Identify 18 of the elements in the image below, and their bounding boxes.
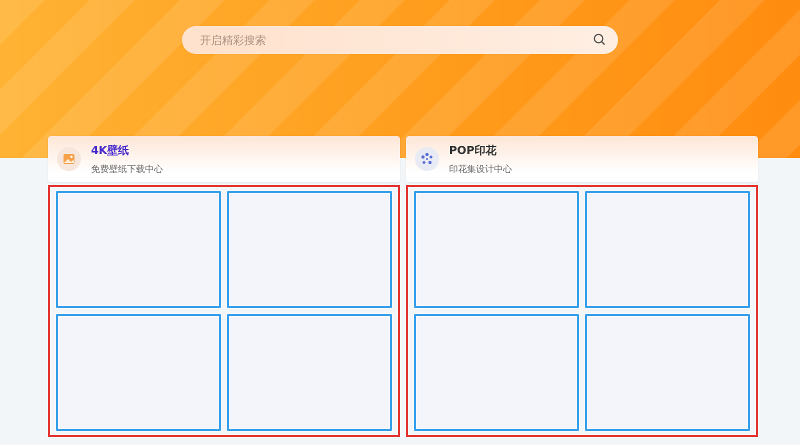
card-subtitle: 印花集设计中心 — [449, 164, 512, 176]
image-placeholder[interactable] — [585, 314, 750, 431]
card-title[interactable]: 4K壁纸 — [91, 142, 163, 158]
picture-icon — [63, 153, 75, 165]
search-icon[interactable] — [593, 33, 606, 46]
flower-icon — [420, 152, 434, 166]
card-title[interactable]: POP印花 — [449, 142, 512, 158]
search-field[interactable]: 开启精彩搜索 — [182, 26, 618, 54]
image-placeholder[interactable] — [56, 314, 221, 431]
card-header[interactable]: 4K壁纸 免费壁纸下载中心 — [48, 136, 400, 182]
image-placeholder[interactable] — [585, 191, 750, 308]
card-header[interactable]: POP印花 印花集设计中心 — [406, 136, 758, 182]
image-placeholder[interactable] — [414, 314, 579, 431]
image-placeholder[interactable] — [227, 314, 392, 431]
image-placeholder[interactable] — [414, 191, 579, 308]
image-placeholder[interactable] — [227, 191, 392, 308]
image-placeholder[interactable] — [56, 191, 221, 308]
card-subtitle: 免费壁纸下载中心 — [91, 164, 163, 176]
